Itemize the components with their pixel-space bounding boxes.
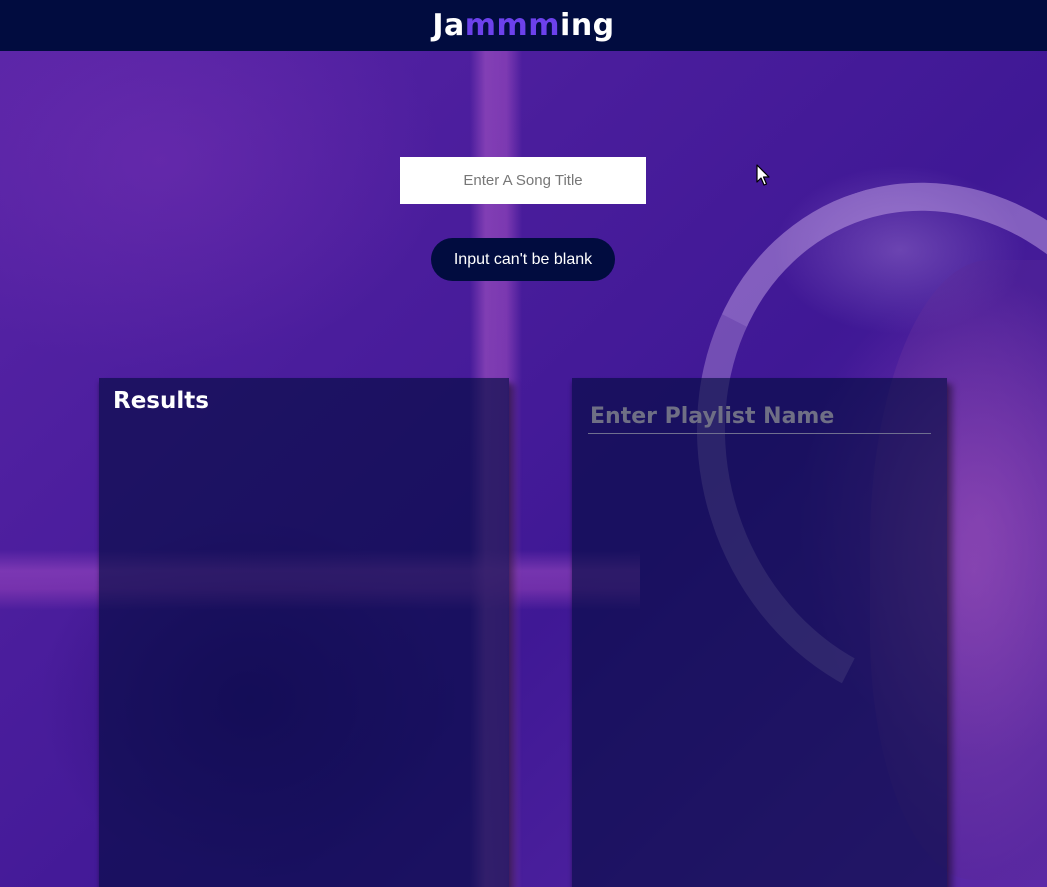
mouse-pointer-icon [756, 164, 770, 186]
brand-logo: Jammming [432, 8, 614, 43]
playlist-name-input[interactable] [588, 400, 931, 434]
app-page: Jammming Input can't be blank Results [0, 0, 1047, 887]
brand-prefix: Ja [432, 8, 465, 43]
brand-suffix: ing [560, 8, 615, 43]
results-panel: Results [99, 378, 509, 887]
results-title: Results [113, 388, 209, 414]
brand-accent: mmm [464, 8, 561, 43]
song-search-input[interactable] [400, 157, 646, 204]
top-navbar: Jammming [0, 0, 1047, 51]
playlist-panel [572, 378, 947, 887]
search-button[interactable]: Input can't be blank [431, 238, 615, 281]
